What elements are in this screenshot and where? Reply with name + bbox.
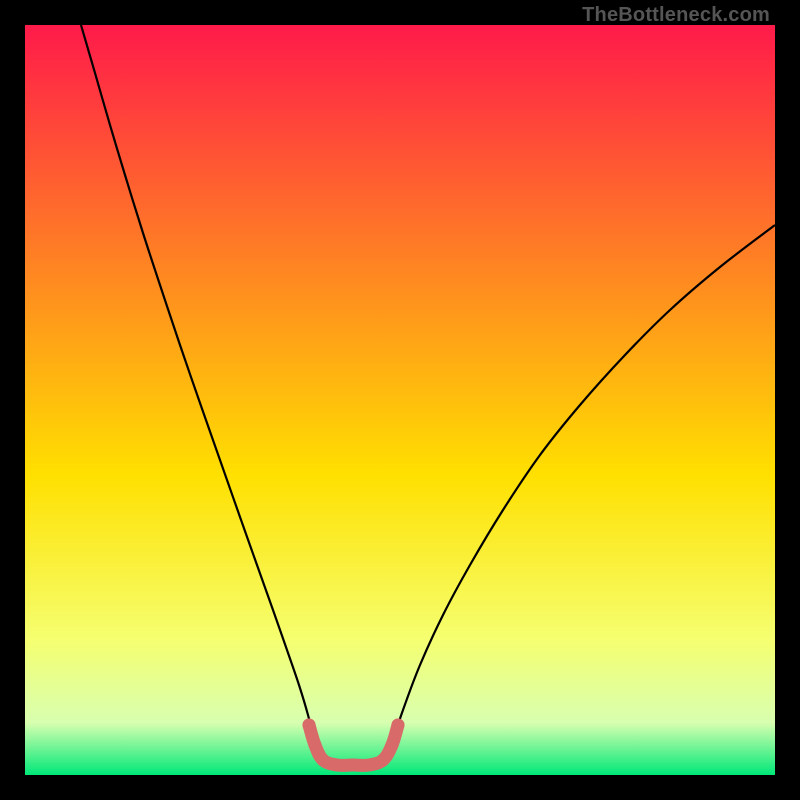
marker-dot — [386, 739, 399, 752]
watermark-text: TheBottleneck.com — [582, 4, 770, 27]
chart-frame: TheBottleneck.com — [0, 0, 800, 800]
marker-dot — [303, 719, 316, 732]
chart-svg — [25, 25, 775, 775]
marker-dot — [392, 719, 405, 732]
gradient-background — [25, 25, 775, 775]
marker-dot — [317, 754, 330, 767]
marker-dot — [309, 739, 322, 752]
plot-area — [25, 25, 775, 775]
marker-dot — [347, 759, 360, 772]
marker-dot — [331, 759, 344, 772]
marker-dot — [363, 759, 376, 772]
marker-dot — [377, 754, 390, 767]
